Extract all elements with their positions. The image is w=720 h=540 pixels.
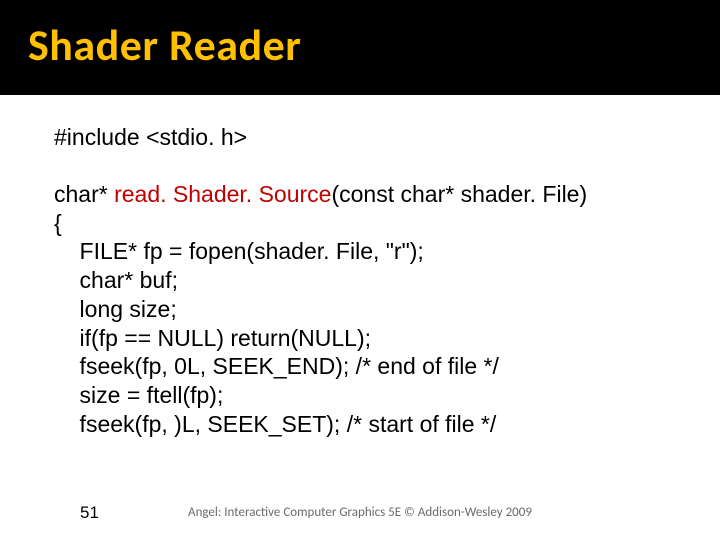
- function-name: read. Shader. Source: [114, 181, 331, 207]
- attribution-text: Angel: Interactive Computer Graphics 5E …: [0, 505, 720, 520]
- code-text: (const char* shader. File): [331, 181, 587, 207]
- blank-line: [54, 152, 720, 180]
- code-line: if(fp == NULL) return(NULL);: [54, 324, 720, 353]
- code-line: {: [54, 209, 720, 238]
- code-line: FILE* fp = fopen(shader. File, "r");: [54, 237, 720, 266]
- slide-number: 51: [80, 503, 99, 523]
- code-line: char* buf;: [54, 266, 720, 295]
- code-text: char*: [54, 181, 114, 207]
- slide-footer: 51 Angel: Interactive Computer Graphics …: [0, 505, 720, 520]
- slide-title: Shader Reader: [28, 18, 720, 72]
- code-line: fseek(fp, 0L, SEEK_END); /* end of file …: [54, 352, 720, 381]
- code-line: size = ftell(fp);: [54, 381, 720, 410]
- code-line: char* read. Shader. Source(const char* s…: [54, 180, 720, 209]
- code-line: long size;: [54, 295, 720, 324]
- code-line: #include <stdio. h>: [54, 123, 720, 152]
- code-block: #include <stdio. h> char* read. Shader. …: [0, 95, 720, 439]
- title-band: Shader Reader: [0, 0, 720, 95]
- code-line: fseek(fp, )L, SEEK_SET); /* start of fil…: [54, 410, 720, 439]
